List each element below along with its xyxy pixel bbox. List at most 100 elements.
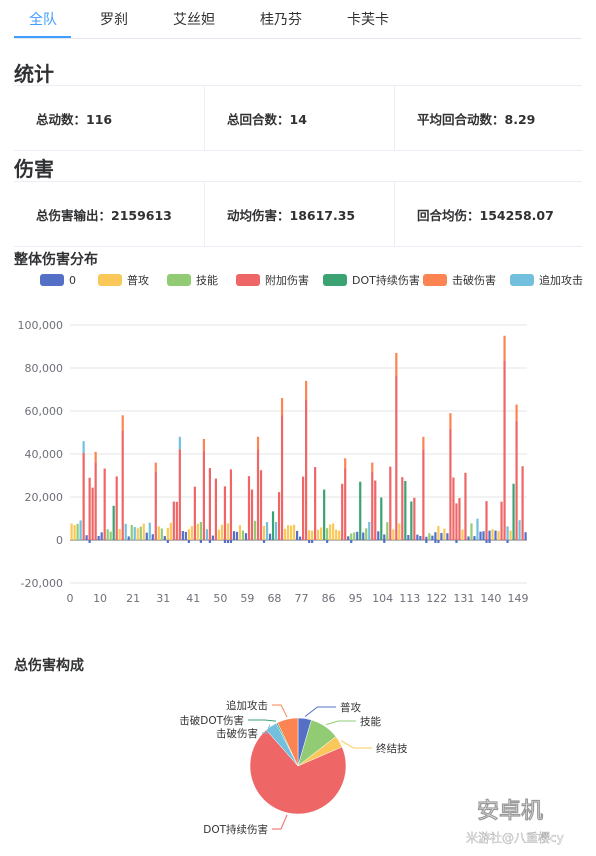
bar xyxy=(425,536,428,540)
bar-negative xyxy=(506,540,509,543)
bar-negative xyxy=(223,540,227,543)
tab-kafka[interactable]: 卡芙卡 xyxy=(347,9,389,29)
bar xyxy=(91,487,94,540)
x-tick-label: 0 xyxy=(67,592,74,605)
bar xyxy=(112,505,115,540)
stat-cell: 总动数：116 xyxy=(14,86,204,150)
stat-cell: 总回合数：14 xyxy=(204,86,395,150)
bar-negative xyxy=(437,540,440,543)
bar xyxy=(115,476,118,540)
bar xyxy=(193,486,196,540)
bar xyxy=(356,531,359,540)
legend-label: 0 xyxy=(69,274,76,287)
x-tick-label: 122 xyxy=(426,592,447,605)
bar-top xyxy=(256,436,260,450)
legend-item: DOT持续伤害 xyxy=(323,273,420,287)
bar xyxy=(350,533,353,540)
bar-top xyxy=(280,398,284,416)
bar xyxy=(371,471,374,540)
bar xyxy=(422,449,425,540)
bar xyxy=(311,530,314,540)
watermark-logo-icon xyxy=(440,793,474,827)
legend-item: 追加攻击 xyxy=(510,273,583,287)
bar xyxy=(277,492,281,540)
bar xyxy=(437,526,440,540)
bar xyxy=(238,525,242,540)
bar xyxy=(100,532,103,540)
stat-cell: 总伤害输出：2159613 xyxy=(14,182,204,246)
bar xyxy=(464,472,467,540)
stat-cell: 平均回合动数：8.29 xyxy=(394,86,583,150)
stat-cell: 回合均伤：154258.07 xyxy=(394,182,583,246)
bar xyxy=(226,523,230,540)
bar-negative xyxy=(383,540,386,543)
legend-label: 附加伤害 xyxy=(265,273,309,287)
bar xyxy=(199,522,202,540)
bar xyxy=(217,529,221,540)
bar xyxy=(353,532,356,540)
bar xyxy=(124,523,127,540)
bar xyxy=(449,428,452,540)
x-tick-label: 140 xyxy=(480,592,501,605)
bar-top xyxy=(202,438,205,452)
bar-top xyxy=(503,335,506,361)
stat-damage-per-action: 动均伤害：18617.35 xyxy=(227,208,356,223)
pie-label: 终结技 xyxy=(376,742,408,755)
bar xyxy=(211,535,215,540)
bar xyxy=(512,483,515,540)
pie-leader-line xyxy=(272,814,288,830)
stats-box: 总动数：116 总回合数：14 平均回合动数：8.29 xyxy=(14,85,582,151)
tab-team[interactable]: 全队 xyxy=(29,9,57,29)
bar xyxy=(461,529,464,540)
bar xyxy=(476,518,479,540)
bar-negative xyxy=(326,540,329,543)
bar xyxy=(76,523,79,540)
bar xyxy=(175,501,178,540)
bar xyxy=(344,468,347,540)
y-tick-label: 40,000 xyxy=(25,448,64,461)
bar xyxy=(274,522,278,540)
bar xyxy=(416,534,419,540)
tab-asta[interactable]: 艾丝妲 xyxy=(173,9,215,29)
pie-label: 普攻 xyxy=(340,701,361,714)
bar-negative xyxy=(311,540,314,543)
bar xyxy=(163,536,166,540)
y-tick-label: 0 xyxy=(56,534,63,547)
bar xyxy=(232,531,236,540)
stats-title: 统计 xyxy=(14,62,54,86)
bar xyxy=(320,527,323,540)
pie-label: 追加攻击 xyxy=(226,699,268,712)
legend-label: 普攻 xyxy=(127,273,149,287)
bar xyxy=(139,526,142,540)
stat-avg-actions: 平均回合动数：8.29 xyxy=(417,112,536,127)
bar xyxy=(509,530,512,540)
bar xyxy=(172,501,175,540)
bar xyxy=(419,536,422,540)
bar xyxy=(145,532,148,540)
bar-top xyxy=(515,404,518,421)
bar xyxy=(314,467,317,540)
bar xyxy=(202,451,205,540)
bar xyxy=(329,524,332,540)
tab-guinaifen[interactable]: 桂乃芬 xyxy=(260,9,302,29)
stat-total-damage: 总伤害输出：2159613 xyxy=(36,208,172,223)
bar-negative xyxy=(488,540,491,543)
bar xyxy=(482,531,485,540)
bar-negative xyxy=(166,540,169,543)
bar xyxy=(154,471,157,540)
tab-luocha[interactable]: 罗刹 xyxy=(100,9,128,29)
bar xyxy=(473,536,476,540)
bar xyxy=(151,534,154,540)
bar xyxy=(386,522,389,540)
bar xyxy=(160,528,163,540)
watermark-brand: 安卓机 xyxy=(477,798,543,824)
pie-label: 击破伤害 xyxy=(216,727,258,740)
pie-leader-line xyxy=(340,740,372,749)
bar xyxy=(82,452,85,540)
bar xyxy=(479,531,482,540)
stat-damage-per-round: 回合均伤：154258.07 xyxy=(417,208,554,223)
bar xyxy=(383,534,386,540)
bar xyxy=(148,522,151,540)
y-tick-label: -20,000 xyxy=(21,577,63,590)
bar xyxy=(97,535,100,540)
